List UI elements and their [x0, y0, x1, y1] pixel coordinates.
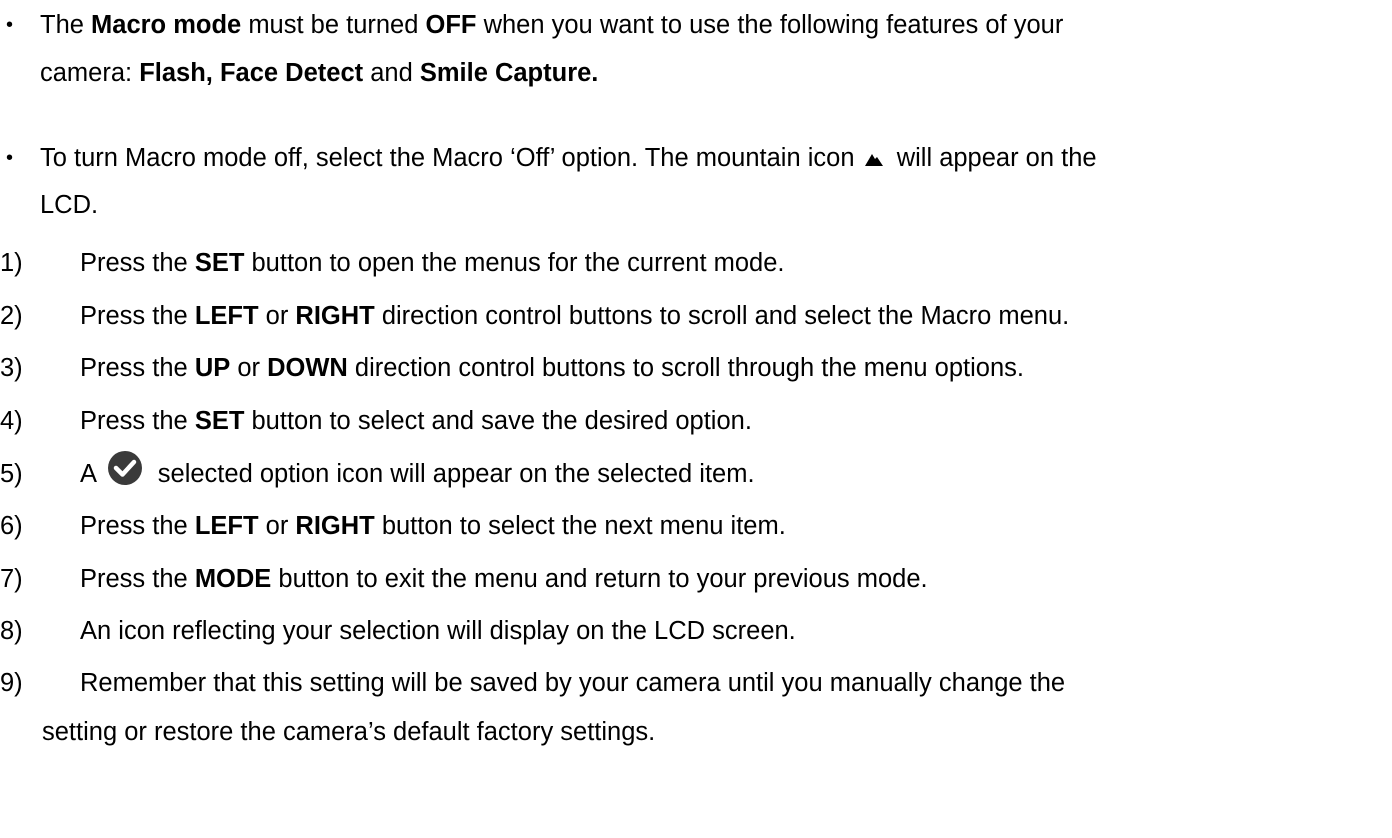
step-line: Press the UP or DOWN direction control b… — [80, 353, 1024, 383]
bold-term: LEFT — [194, 512, 259, 540]
step-line: Press the LEFT or RIGHT direction contro… — [80, 301, 1069, 331]
step-line: Remember that this setting will be saved… — [80, 668, 1065, 698]
step-number: 1) — [0, 249, 23, 277]
bold-term: OFF — [425, 11, 477, 39]
text-run: selected option icon will appear on the … — [150, 460, 755, 488]
text-run: or — [258, 302, 296, 330]
text-run: An icon reflecting your selection will d… — [80, 617, 796, 645]
bold-term: Flash, Face Detect — [139, 59, 364, 87]
text-run: LCD. — [40, 191, 99, 219]
bold-term: Smile Capture. — [419, 59, 599, 87]
text-run: or — [230, 354, 268, 382]
text-run: A — [80, 460, 103, 488]
step-number: 9) — [0, 669, 23, 697]
bold-term: SET — [194, 249, 245, 277]
text-run: Remember that this setting will be saved… — [80, 669, 1066, 697]
step-line: Press the SET button to select and save … — [80, 406, 752, 436]
bold-term: DOWN — [267, 354, 348, 382]
step-line: Press the MODE button to exit the menu a… — [80, 564, 928, 594]
text-run: button to exit the menu and return to yo… — [271, 565, 928, 593]
bold-term: LEFT — [194, 302, 259, 330]
text-run: direction control buttons to scroll and … — [374, 302, 1070, 330]
step-line: Press the LEFT or RIGHT button to select… — [80, 511, 786, 541]
text-run: when you want to use the following featu… — [476, 11, 1064, 39]
text-run: or — [258, 512, 296, 540]
step-number: 6) — [0, 512, 23, 540]
bullet-line: LCD. — [40, 190, 98, 220]
step-line: Press the SET button to open the menus f… — [80, 248, 785, 278]
text-run: direction control buttons to scroll thro… — [347, 354, 1024, 382]
bold-term: Macro mode — [91, 11, 242, 39]
text-run: To turn Macro mode off, select the Macro… — [40, 144, 862, 172]
text-run: Press the — [80, 302, 195, 330]
step-number: 2) — [0, 302, 23, 330]
step-number: 5) — [0, 460, 23, 488]
bold-term: RIGHT — [295, 512, 375, 540]
bullet-line: camera: Flash, Face Detect and Smile Cap… — [40, 58, 598, 88]
bold-term: RIGHT — [295, 302, 375, 330]
text-run: button to open the menus for the current… — [244, 249, 785, 277]
step-line: setting or restore the camera’s default … — [42, 717, 655, 747]
bold-term: UP — [194, 354, 231, 382]
bullet-marker: • — [6, 14, 14, 36]
bullet-line: The Macro mode must be turned OFF when y… — [40, 10, 1063, 40]
text-run: setting or restore the camera’s default … — [42, 718, 656, 746]
text-run: button to select and save the desired op… — [244, 407, 752, 435]
step-number: 4) — [0, 407, 23, 435]
text-run: must be turned — [241, 11, 426, 39]
bold-term: MODE — [194, 565, 272, 593]
text-run: Press the — [80, 512, 195, 540]
text-run: Press the — [80, 249, 195, 277]
bullet-line: To turn Macro mode off, select the Macro… — [40, 143, 1097, 173]
step-number: 3) — [0, 354, 23, 382]
text-run: Press the — [80, 354, 195, 382]
step-number: 7) — [0, 565, 23, 593]
mountain-icon — [864, 154, 883, 167]
check-circle-icon — [107, 451, 142, 486]
text-run: Press the — [80, 565, 195, 593]
text-run: camera: — [40, 59, 140, 87]
step-number: 8) — [0, 617, 23, 645]
text-run: button to select the next menu item. — [374, 512, 786, 540]
text-run: will appear on the — [889, 144, 1097, 172]
bullet-marker: • — [6, 147, 14, 169]
text-run: The — [40, 11, 92, 39]
text-run: Press the — [80, 407, 195, 435]
step-line: An icon reflecting your selection will d… — [80, 616, 796, 646]
text-run: and — [363, 59, 420, 87]
bold-term: SET — [194, 407, 245, 435]
step-line: A selected option icon will appear on th… — [80, 451, 755, 489]
